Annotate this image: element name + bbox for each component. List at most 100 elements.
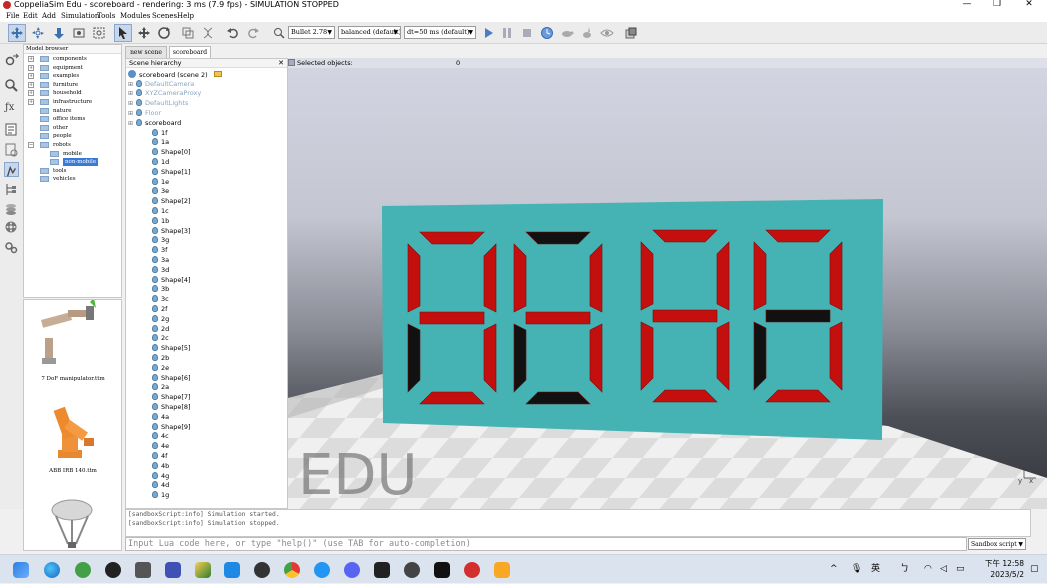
hierarchy-root[interactable]: scoreboard (scene 2) <box>128 70 222 80</box>
ime-language-indicator[interactable]: 英 <box>871 555 880 584</box>
hierarchy-item[interactable]: 3d <box>152 265 169 276</box>
model-folder-item[interactable]: + examples <box>24 72 122 80</box>
tab-scoreboard[interactable]: scoreboard <box>169 46 211 58</box>
hierarchy-item[interactable]: 2d <box>152 324 169 335</box>
hierarchy-item[interactable]: 4a <box>152 412 169 423</box>
menu-simulation[interactable]: Simulation <box>61 10 99 22</box>
model-thumbnail-abb-irb140[interactable]: ABB IRB 140.ttm <box>24 396 121 480</box>
search-button[interactable] <box>4 78 19 93</box>
notifications-icon[interactable]: ▢ <box>1030 555 1039 584</box>
hierarchy-item[interactable]: Shape[3] <box>152 226 191 237</box>
slow-down-button[interactable] <box>558 24 576 42</box>
model-folder-item[interactable]: other <box>24 124 122 132</box>
menu-add[interactable]: Add <box>42 10 56 22</box>
user-settings-button[interactable] <box>4 240 19 255</box>
calculator-icon[interactable] <box>135 562 151 578</box>
hierarchy-item[interactable]: Shape[2] <box>152 197 191 207</box>
command-prompt-icon[interactable] <box>434 562 450 578</box>
media-player-icon[interactable] <box>105 562 121 578</box>
calculation-modules-button[interactable]: ƒx <box>4 98 19 113</box>
hierarchy-item[interactable]: 4d <box>152 481 169 491</box>
obs-icon[interactable] <box>254 562 270 578</box>
model-folder-item[interactable]: − robots <box>24 141 122 149</box>
microphone-icon[interactable]: 🎙 <box>851 555 862 584</box>
hierarchy-item[interactable]: 2b <box>152 354 169 364</box>
hierarchy-item[interactable]: 1f <box>152 128 167 139</box>
hierarchy-item[interactable]: 1g <box>152 491 169 501</box>
expand-icon[interactable]: ⊞ <box>128 99 136 109</box>
collections-button[interactable] <box>4 122 19 137</box>
physics-engine-select[interactable]: Bullet 2.78 ▼ <box>288 26 335 39</box>
model-folder-item[interactable]: nature <box>24 107 122 115</box>
expand-icon[interactable]: ⊞ <box>128 119 136 129</box>
model-folder-item[interactable]: non-mobile <box>24 158 122 167</box>
hierarchy-item[interactable]: ⊞ XYZCameraProxy <box>128 89 201 99</box>
hierarchy-item[interactable]: 4e <box>152 442 169 452</box>
model-folder-item[interactable]: office items <box>24 115 122 123</box>
expand-icon[interactable]: + <box>28 73 34 80</box>
undo-button[interactable] <box>224 24 242 42</box>
hierarchy-item[interactable]: Shape[7] <box>152 393 191 403</box>
unity-icon[interactable] <box>404 562 420 578</box>
hierarchy-item[interactable]: 2c <box>152 334 169 344</box>
speed-up-button[interactable] <box>578 24 596 42</box>
hierarchy-item[interactable]: 3b <box>152 285 169 295</box>
edge-browser-icon[interactable] <box>44 562 60 578</box>
hierarchy-item[interactable]: 4b <box>152 461 169 472</box>
real-time-button[interactable] <box>538 24 556 42</box>
minimize-button[interactable]: — <box>952 0 982 10</box>
video-recorder-button[interactable] <box>4 220 19 235</box>
hierarchy-item[interactable]: 2a <box>152 383 169 393</box>
hierarchy-item[interactable]: 3f <box>152 246 167 256</box>
hierarchy-item[interactable]: Shape[6] <box>152 373 191 384</box>
hierarchy-item[interactable]: Shape[4] <box>152 275 191 286</box>
hierarchy-item[interactable]: Shape[8] <box>152 403 191 413</box>
scene-modules-button[interactable] <box>622 24 640 42</box>
hierarchy-item[interactable]: ⊞ DefaultCamera <box>128 79 194 90</box>
model-folder-item[interactable]: + equipment <box>24 64 122 72</box>
battery-icon[interactable]: ▭ <box>956 555 965 584</box>
menu-modules[interactable]: Modules <box>120 10 150 22</box>
coppeliasim-taskbar-icon[interactable] <box>464 562 480 578</box>
expand-icon[interactable]: + <box>28 99 34 105</box>
hierarchy-item[interactable]: 1b <box>152 216 169 227</box>
simulation-settings-button[interactable] <box>4 53 20 68</box>
hierarchy-item[interactable]: 3a <box>152 256 169 266</box>
toggle-visualization-button[interactable] <box>598 24 616 42</box>
hierarchy-item[interactable]: 2e <box>152 363 169 374</box>
expand-icon[interactable]: ⊞ <box>128 89 136 99</box>
menu-help[interactable]: Help <box>177 10 194 22</box>
camera-shift-button[interactable] <box>50 24 68 42</box>
model-folder-item[interactable]: tools <box>24 167 122 175</box>
assemble-button[interactable] <box>179 24 197 42</box>
hierarchy-item[interactable]: 4f <box>152 452 167 462</box>
model-folder-item[interactable]: people <box>24 132 122 140</box>
scene-hierarchy-toggle[interactable] <box>4 182 19 197</box>
maximize-button[interactable]: ❐ <box>982 0 1012 10</box>
object-select-button[interactable] <box>114 24 132 42</box>
hierarchy-item[interactable]: ⊞ DefaultLights <box>128 99 188 109</box>
model-folder-item[interactable]: + components <box>24 55 122 63</box>
dynamics-content-button[interactable] <box>270 24 288 42</box>
spreadsheet-app-icon[interactable] <box>165 562 181 578</box>
close-button[interactable]: ✕ <box>1014 0 1044 10</box>
close-icon[interactable]: ✕ <box>278 59 284 68</box>
lua-command-input[interactable]: Input Lua code here, or type "help()" (u… <box>125 537 967 551</box>
tab-new-scene[interactable]: new scene <box>125 46 167 58</box>
fit-to-view-button[interactable] <box>90 24 108 42</box>
menu-file[interactable]: File <box>6 10 19 22</box>
scripts-button[interactable] <box>4 142 19 157</box>
expand-icon[interactable]: + <box>28 81 34 88</box>
hierarchy-item[interactable]: 2f <box>152 305 167 315</box>
hierarchy-item[interactable]: ⊞ scoreboard <box>128 118 181 129</box>
vpn-app-icon[interactable] <box>314 562 330 578</box>
hierarchy-item[interactable]: 1c <box>152 207 169 217</box>
chrome-icon[interactable] <box>284 562 300 578</box>
pause-simulation-button[interactable] <box>498 24 516 42</box>
scene-viewport[interactable]: Selected objects: 0 EDU z y x <box>288 58 1047 509</box>
hierarchy-item[interactable]: 4c <box>152 432 169 442</box>
expand-icon[interactable]: + <box>28 56 34 62</box>
hierarchy-item[interactable]: 3e <box>152 187 169 197</box>
hierarchy-item[interactable]: 1d <box>152 158 169 168</box>
model-folder-item[interactable]: + infrastructure <box>24 98 122 106</box>
